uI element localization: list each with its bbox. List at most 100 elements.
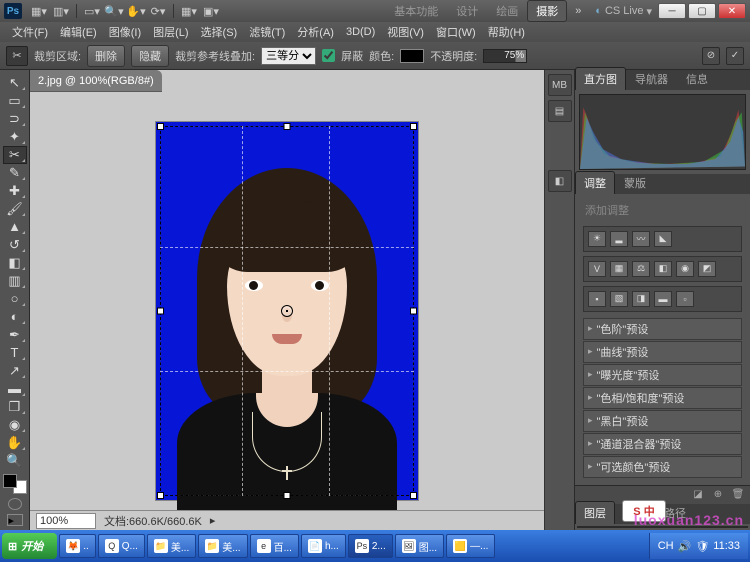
zoom-icon[interactable]: 🔍▾ [104, 3, 124, 19]
preset-mixer[interactable]: "通道混合器"预设 [583, 433, 742, 455]
taskbar-task[interactable]: 📄h... [301, 534, 346, 558]
taskbar-task[interactable]: QQ... [98, 534, 145, 558]
taskbar-task[interactable]: 📁美... [198, 534, 247, 558]
menu-analysis[interactable]: 分析(A) [291, 22, 340, 42]
crop-hide-button[interactable]: 隐藏 [131, 45, 169, 67]
zoom-field[interactable]: 100% [36, 513, 96, 529]
invert-icon[interactable]: ▪ [588, 291, 606, 307]
crop-handle-r[interactable] [410, 308, 417, 315]
workspace-more-icon[interactable]: » [568, 3, 588, 19]
eraser-tool[interactable]: ◧ [3, 254, 27, 272]
menu-image[interactable]: 图像(I) [103, 22, 147, 42]
menu-filter[interactable]: 滤镜(T) [243, 22, 291, 42]
cslive-button[interactable]: CS Live▾ [595, 5, 652, 18]
preset-hsl[interactable]: "色相/饱和度"预设 [583, 387, 742, 409]
crop-handle-bl[interactable] [157, 492, 164, 499]
crop-handle-b[interactable] [284, 492, 291, 499]
preset-exposure[interactable]: "曝光度"预设 [583, 364, 742, 386]
marquee-tool[interactable]: ▭ [3, 92, 27, 110]
dock-minibridge-icon[interactable]: MB [548, 74, 572, 96]
tab-masks[interactable]: 蒙版 [615, 171, 655, 194]
poster-icon[interactable]: ▧ [610, 291, 628, 307]
gradient-tool[interactable]: ▥ [3, 272, 27, 290]
levels-icon[interactable]: ▂ [610, 231, 628, 247]
brightness-icon[interactable]: ☀ [588, 231, 606, 247]
mixer-icon[interactable]: ◩ [698, 261, 716, 277]
status-menu-icon[interactable]: ▸ [210, 514, 216, 527]
document-tab[interactable]: 2.jpg @ 100%(RGB/8#) [30, 70, 162, 92]
pen-tool[interactable]: ✒ [3, 326, 27, 344]
bridge-icon[interactable]: ▦▾ [29, 3, 49, 19]
shield-checkbox[interactable] [322, 49, 335, 62]
taskbar-task[interactable]: e百... [250, 534, 299, 558]
bw-icon[interactable]: ◧ [654, 261, 672, 277]
crop-delete-button[interactable]: 删除 [87, 45, 125, 67]
start-button[interactable]: 开始 [2, 533, 57, 559]
heal-tool[interactable]: ✚ [3, 182, 27, 200]
exposure-icon[interactable]: ◣ [654, 231, 672, 247]
arrange-icon[interactable]: ▦▾ [179, 3, 199, 19]
workspace-paint[interactable]: 绘画 [487, 0, 527, 22]
preset-curves[interactable]: "曲线"预设 [583, 341, 742, 363]
screen-icon[interactable]: ▣▾ [201, 3, 221, 19]
tab-layers[interactable]: 图层 [575, 501, 615, 524]
crop-handle-l[interactable] [157, 308, 164, 315]
crop-tool[interactable]: ✂ [3, 146, 27, 164]
lasso-tool[interactable]: ⊃ [3, 110, 27, 128]
eyedropper-tool[interactable]: ✎ [3, 164, 27, 182]
3d-tool[interactable]: ❒ [3, 398, 27, 416]
history-brush-tool[interactable]: ↺ [3, 236, 27, 254]
brush-tool[interactable]: 🖌 [3, 200, 27, 218]
menu-view[interactable]: 视图(V) [381, 22, 430, 42]
crop-handle-t[interactable] [284, 123, 291, 130]
shape-tool[interactable]: ▬ [3, 380, 27, 398]
tab-info[interactable]: 信息 [677, 67, 717, 90]
taskbar-task[interactable]: 🟨—... [446, 534, 495, 558]
blur-tool[interactable]: ○ [3, 290, 27, 308]
menu-select[interactable]: 选择(S) [195, 22, 244, 42]
gradmap-icon[interactable]: ▬ [654, 291, 672, 307]
crop-handle-br[interactable] [410, 492, 417, 499]
taskbar-task[interactable]: 🦊.. [59, 534, 96, 558]
extras-icon[interactable]: ▭▾ [82, 3, 102, 19]
dock-adjust-icon[interactable]: ◧ [548, 170, 572, 192]
cancel-crop-icon[interactable]: ⊘ [702, 47, 720, 65]
workspace-design[interactable]: 设计 [447, 0, 487, 22]
taskbar-task[interactable]: Ps2... [348, 534, 393, 558]
path-tool[interactable]: ↗ [3, 362, 27, 380]
opacity-value[interactable]: 75% [483, 49, 527, 63]
hand-icon[interactable]: ✋▾ [126, 3, 146, 19]
tray-shield-icon[interactable]: 🛡 [695, 540, 709, 553]
rotate-icon[interactable]: ⟳▾ [148, 3, 168, 19]
menu-layer[interactable]: 图层(L) [147, 22, 194, 42]
overlay-select[interactable]: 三等分 [261, 47, 316, 65]
tab-histogram[interactable]: 直方图 [575, 67, 626, 90]
minimize-button[interactable]: ─ [658, 3, 686, 19]
canvas[interactable] [30, 92, 544, 530]
menu-file[interactable]: 文件(F) [6, 22, 54, 42]
zoom-tool[interactable]: 🔍 [3, 452, 27, 470]
wand-tool[interactable]: ✦ [3, 128, 27, 146]
menu-help[interactable]: 帮助(H) [482, 22, 531, 42]
crop-pivot[interactable] [281, 305, 293, 317]
preset-bw[interactable]: "黑白"预设 [583, 410, 742, 432]
tab-navigator[interactable]: 导航器 [626, 67, 677, 90]
vibrance-icon[interactable]: V [588, 261, 606, 277]
move-tool[interactable]: ↖ [3, 74, 27, 92]
preset-levels[interactable]: "色阶"预设 [583, 318, 742, 340]
adjust-new-icon[interactable]: ⊕ [710, 488, 726, 502]
menu-window[interactable]: 窗口(W) [430, 22, 482, 42]
threshold-icon[interactable]: ◨ [632, 291, 650, 307]
close-button[interactable]: ✕ [718, 3, 746, 19]
tab-adjustments[interactable]: 调整 [575, 171, 615, 194]
hand-tool[interactable]: ✋ [3, 434, 27, 452]
balance-icon[interactable]: ⚖ [632, 261, 650, 277]
crop-handle-tl[interactable] [157, 123, 164, 130]
curves-icon[interactable]: 〰 [632, 231, 650, 247]
tray-lang[interactable]: CH [658, 540, 674, 552]
preset-selcolor[interactable]: "可选颜色"预设 [583, 456, 742, 478]
type-tool[interactable]: T [3, 344, 27, 362]
quickmask-toggle[interactable] [8, 498, 22, 510]
shield-color-swatch[interactable] [400, 49, 424, 63]
taskbar-task[interactable]: 🖼图... [395, 534, 444, 558]
